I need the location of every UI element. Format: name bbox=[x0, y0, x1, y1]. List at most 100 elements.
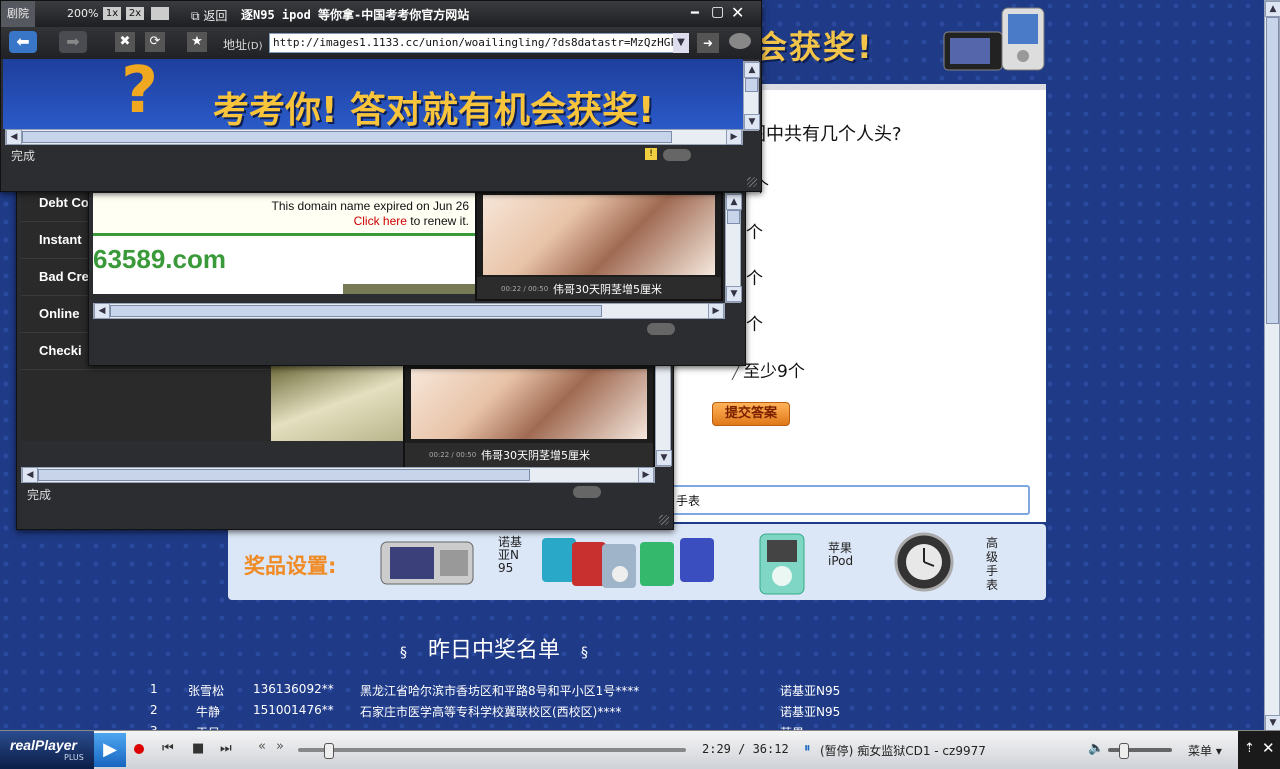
expired-text: This domain name expired on Jun 26 bbox=[271, 199, 469, 213]
click-here-link[interactable]: Click here bbox=[354, 214, 407, 228]
restore-icon: ⧉ bbox=[191, 9, 204, 23]
scroll-down-arrow[interactable]: ▼ bbox=[656, 450, 672, 466]
favorites-icon[interactable]: ★ bbox=[187, 32, 207, 52]
scroll-up-arrow[interactable]: ▲ bbox=[744, 62, 760, 78]
submit-answer-button[interactable]: 提交答案 bbox=[712, 402, 790, 426]
zoom-2x-button[interactable]: 2x bbox=[126, 7, 144, 20]
popup-window-middle[interactable]: This domain name expired on Jun 26 Click… bbox=[88, 178, 746, 366]
resize-grip[interactable] bbox=[659, 515, 669, 525]
video-controls[interactable]: 00:22 / 00:50 伟哥30天阴茎增5厘米 bbox=[477, 277, 721, 299]
domain-name[interactable]: 63589.com bbox=[93, 244, 226, 275]
quiz-option-3[interactable]: 个 bbox=[746, 264, 763, 289]
forward-arrow-icon[interactable]: ➡ bbox=[59, 31, 87, 53]
scroll-left-arrow[interactable]: ◀ bbox=[6, 129, 22, 145]
prizes-heading: 奖品设置: bbox=[244, 554, 337, 578]
stop-icon[interactable]: ■ bbox=[192, 741, 204, 756]
scroll-left-arrow[interactable]: ◀ bbox=[94, 303, 110, 319]
back-to-normal-button[interactable]: ⧉ 返回 bbox=[191, 7, 227, 24]
scroll-left-arrow[interactable]: ◀ bbox=[22, 467, 38, 483]
volume-handle[interactable] bbox=[1119, 743, 1130, 759]
scroll-right-arrow[interactable]: ▶ bbox=[638, 467, 654, 483]
prizes-strip: 奖品设置: 诺基亚N95 苹果iPod 高级手表 bbox=[228, 524, 1046, 600]
fast-forward-icon[interactable]: » bbox=[276, 739, 284, 754]
seek-track[interactable] bbox=[298, 743, 686, 759]
video-caption: 伟哥30天阴茎增5厘米 bbox=[481, 449, 590, 462]
quiz-option-2[interactable]: 个 bbox=[746, 218, 763, 243]
scroll-right-arrow[interactable]: ▶ bbox=[726, 129, 742, 145]
title-bar[interactable]: 剧院 200% 1x 2x ⧉ 返回 逐N95 ipod 等你拿-中国考考你官方… bbox=[1, 1, 761, 27]
close-icon[interactable]: ✕ bbox=[1262, 739, 1275, 757]
browser-content: ? 考考你! 答对就有机会获奖! bbox=[3, 59, 743, 129]
prize-name-1: 诺基亚N95 bbox=[498, 535, 523, 575]
zoom-level: 200% bbox=[67, 7, 99, 20]
play-button[interactable]: ▶ bbox=[94, 733, 126, 767]
expand-up-icon[interactable]: ⇡ bbox=[1244, 741, 1255, 756]
playback-state: (暂停) 痴女监狱CD1 - cz9977 bbox=[820, 744, 986, 758]
go-icon[interactable]: ➜ bbox=[697, 33, 719, 53]
back-horizontal-scrollbar[interactable]: ◀ ▶ bbox=[21, 467, 655, 483]
video-time: 00:22 / 00:50 bbox=[429, 451, 477, 459]
refresh-icon[interactable]: ⟳ bbox=[145, 32, 165, 52]
previous-icon[interactable]: ⏮ bbox=[162, 741, 174, 756]
scroll-down-arrow[interactable]: ▼ bbox=[1265, 715, 1280, 731]
content-banner: 考考你! 答对就有机会获奖! bbox=[213, 90, 655, 129]
quiz-option-4[interactable]: 个 bbox=[746, 310, 763, 335]
video-controls[interactable]: 00:22 / 00:50 伟哥30天阴茎增5厘米 bbox=[405, 443, 653, 467]
video-ad-back[interactable]: 00:22 / 00:50 伟哥30天阴茎增5厘米 bbox=[403, 363, 655, 469]
question-mark-icon: ? bbox=[121, 59, 159, 128]
radio-marker[interactable]: ╱ bbox=[732, 366, 743, 380]
ad-image-strip bbox=[343, 284, 475, 294]
table-row: 1 张雪松 136136092** 黑龙江省哈尔滨市香坊区和平路8号和平小区1号… bbox=[150, 682, 841, 698]
security-icon bbox=[663, 149, 691, 161]
phone-product-image bbox=[942, 4, 1052, 74]
scroll-thumb[interactable] bbox=[38, 469, 530, 481]
security-eye-icon[interactable] bbox=[729, 33, 751, 49]
scroll-thumb[interactable] bbox=[22, 131, 672, 143]
browser-window-top[interactable]: 剧院 200% 1x 2x ⧉ 返回 逐N95 ipod 等你拿-中国考考你官方… bbox=[0, 0, 762, 192]
scroll-down-arrow[interactable]: ▼ bbox=[744, 114, 760, 130]
window-title: 逐N95 ipod 等你拿-中国考考你官方网站 bbox=[241, 8, 470, 22]
scroll-down-arrow[interactable]: ▼ bbox=[726, 286, 742, 302]
video-ad-middle[interactable]: 00:22 / 00:50 伟哥30天阴茎增5厘米 bbox=[475, 191, 723, 301]
seek-handle[interactable] bbox=[324, 743, 335, 759]
video-thumbnail bbox=[483, 195, 715, 275]
address-input[interactable]: http://images1.1133.cc/union/woailinglin… bbox=[269, 33, 677, 53]
fullscreen-icon[interactable] bbox=[151, 7, 169, 20]
next-icon[interactable]: ⏭ bbox=[220, 741, 232, 756]
middle-vertical-scrollbar[interactable]: ▲ ▼ bbox=[725, 193, 742, 303]
stop-icon[interactable]: ✖ bbox=[115, 32, 135, 52]
page-vertical-scrollbar[interactable]: ▲ ▼ bbox=[1264, 0, 1280, 732]
zoom-1x-button[interactable]: 1x bbox=[103, 7, 121, 20]
minimize-icon[interactable]: ━ bbox=[691, 6, 699, 21]
phone-icon bbox=[943, 7, 1045, 71]
top-horizontal-scrollbar[interactable]: ◀ ▶ bbox=[5, 129, 743, 145]
maximize-icon[interactable]: ▢ bbox=[711, 4, 724, 20]
scroll-up-arrow[interactable]: ▲ bbox=[726, 194, 742, 210]
address-dropdown-icon[interactable]: ▼ bbox=[673, 33, 689, 53]
back-arrow-icon[interactable]: ⬅ bbox=[9, 31, 37, 53]
scroll-right-arrow[interactable]: ▶ bbox=[708, 303, 724, 319]
close-icon[interactable]: ✕ bbox=[731, 3, 744, 22]
theater-tab[interactable]: 剧院 bbox=[1, 1, 35, 27]
volume-icon[interactable]: 🔈 bbox=[1088, 741, 1104, 756]
address-label: 地址(D) bbox=[223, 38, 263, 52]
player-top-panel[interactable]: ⇡ ✕ bbox=[1238, 731, 1280, 769]
expired-notice: This domain name expired on Jun 26 Click… bbox=[93, 193, 475, 233]
scroll-thumb[interactable] bbox=[1266, 17, 1279, 324]
rewind-icon[interactable]: « bbox=[258, 739, 266, 754]
page-banner-suffix: 会获奖! bbox=[755, 28, 874, 66]
scroll-thumb[interactable] bbox=[110, 305, 602, 317]
resize-grip[interactable] bbox=[747, 177, 757, 187]
scroll-thumb[interactable] bbox=[745, 78, 758, 92]
scroll-thumb[interactable] bbox=[727, 210, 740, 224]
top-vertical-scrollbar[interactable]: ▲ ▼ bbox=[743, 61, 760, 131]
warning-icon: ! bbox=[645, 148, 657, 160]
scroll-up-arrow[interactable]: ▲ bbox=[1265, 1, 1280, 17]
volume-slider[interactable] bbox=[1108, 743, 1172, 759]
video-thumbnail bbox=[411, 369, 647, 439]
menu-button[interactable]: 菜单 ▾ bbox=[1188, 742, 1222, 759]
watch-answer-field[interactable]: 手表 bbox=[670, 485, 1030, 515]
record-icon[interactable] bbox=[134, 744, 144, 754]
middle-horizontal-scrollbar[interactable]: ◀ ▶ bbox=[93, 303, 725, 319]
back-vertical-scrollbar[interactable]: ▼ bbox=[655, 361, 672, 467]
